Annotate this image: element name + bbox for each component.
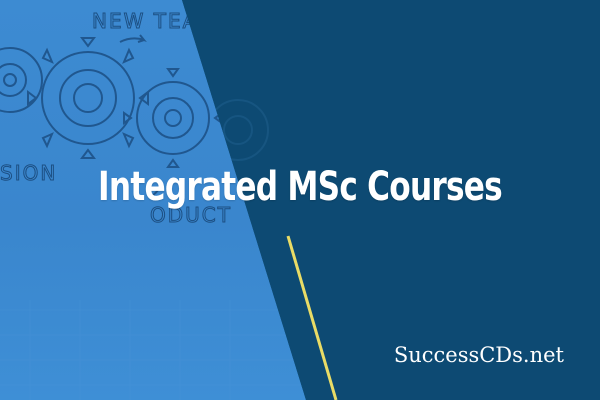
page-title: Integrated MSc Courses: [98, 164, 503, 210]
banner-image: NEW TEAM SION ODUCT Integrated MSc Cours…: [0, 0, 600, 400]
site-name: SuccessCDs.net: [393, 343, 564, 367]
